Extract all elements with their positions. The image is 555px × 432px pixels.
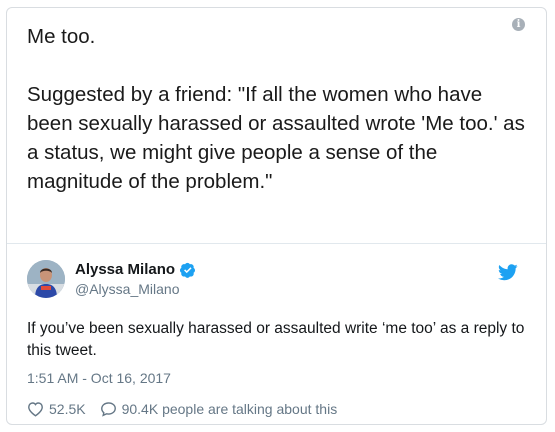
- author-name[interactable]: Alyssa Milano: [75, 261, 196, 278]
- quote-body: Suggested by a friend: "If all the women…: [27, 83, 525, 193]
- verified-badge-icon: [180, 262, 196, 278]
- tweet-card: Me too. Suggested by a friend: "If all t…: [6, 7, 547, 425]
- author-handle[interactable]: @Alyssa_Milano: [75, 281, 179, 297]
- author-name-text: Alyssa Milano: [75, 261, 176, 278]
- conversation-count: 90.4K people are talking about this: [121, 401, 338, 417]
- quote-line-me-too: Me too.: [27, 25, 96, 48]
- avatar-photo-icon: [27, 260, 65, 298]
- embedded-quote-image: Me too. Suggested by a friend: "If all t…: [27, 22, 527, 196]
- info-icon[interactable]: i: [512, 18, 525, 31]
- reply-button[interactable]: 90.4K people are talking about this: [100, 401, 338, 417]
- like-count: 52.5K: [49, 401, 86, 417]
- speech-bubble-icon: [100, 402, 116, 417]
- divider: [7, 243, 546, 244]
- tweet-timestamp[interactable]: 1:51 AM - Oct 16, 2017: [27, 370, 171, 386]
- tweet-actions: 52.5K 90.4K people are talking about thi…: [27, 401, 351, 417]
- tweet-text: If you’ve been sexually harassed or assa…: [27, 320, 525, 359]
- twitter-bird-icon[interactable]: [498, 264, 518, 281]
- like-button[interactable]: 52.5K: [27, 401, 86, 417]
- heart-icon: [28, 402, 43, 417]
- avatar[interactable]: [27, 260, 65, 298]
